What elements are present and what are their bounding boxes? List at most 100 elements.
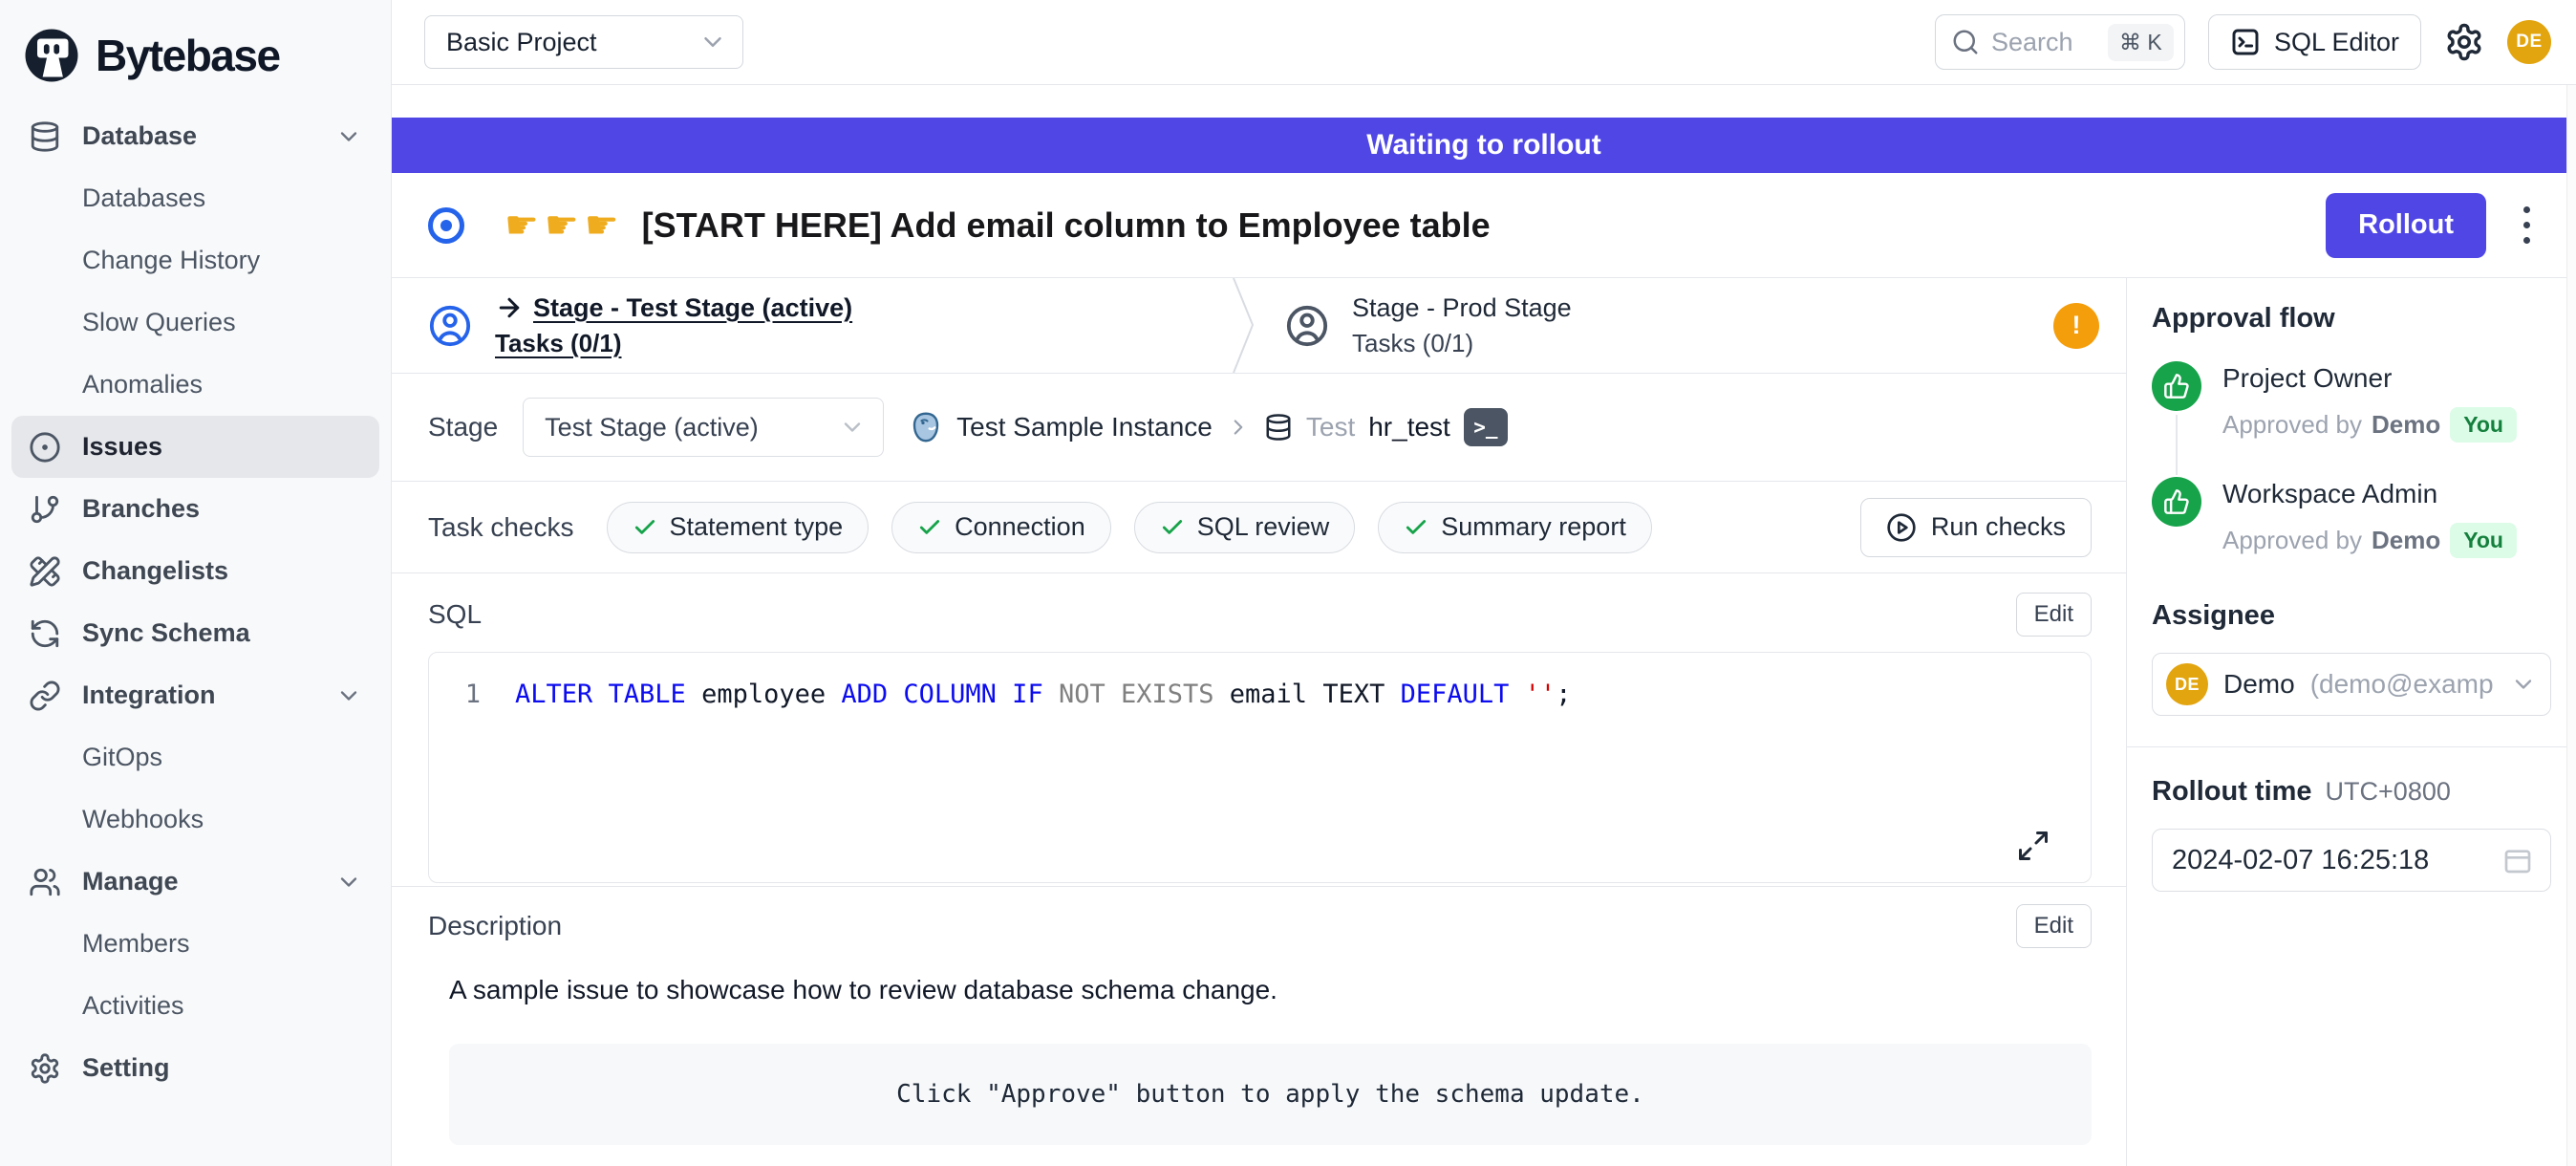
sidebar-item-activities[interactable]: Activities xyxy=(11,975,379,1037)
database-breadcrumb: Test Sample Instance Test hr_test >_ xyxy=(909,408,1508,446)
sql-token: '' xyxy=(1525,680,1556,709)
sidebar-item-issues[interactable]: Issues xyxy=(11,416,379,478)
sidebar-item-label: Manage xyxy=(82,867,179,896)
sidebar-item-branches[interactable]: Branches xyxy=(11,478,379,540)
stage-select[interactable]: Test Stage (active) xyxy=(523,398,884,457)
project-selector-value: Basic Project xyxy=(446,28,597,57)
sql-token: ALTER TABLE xyxy=(515,680,686,709)
description-edit-button[interactable]: Edit xyxy=(2016,904,2092,948)
rollout-time-input[interactable]: 2024-02-07 16:25:18 xyxy=(2152,829,2551,892)
kebab-menu-icon[interactable] xyxy=(2507,201,2545,250)
rollout-button[interactable]: Rollout xyxy=(2326,193,2486,258)
check-pill-sql-review[interactable]: SQL review xyxy=(1134,502,1356,553)
terminal-icon xyxy=(2230,27,2261,57)
approved-by-label: Approved by xyxy=(2222,410,2362,440)
sidebar-item-label: Database xyxy=(82,121,197,151)
stage-tab-name[interactable]: Stage - Test Stage (active) xyxy=(533,293,852,323)
database-name[interactable]: hr_test xyxy=(1368,412,1450,443)
sidebar-item-label: Databases xyxy=(82,184,205,213)
approval-flow-title: Approval flow xyxy=(2152,303,2551,335)
stage-tab-prod[interactable]: Stage - Prod Stage Tasks (0/1) ! xyxy=(1232,278,2126,373)
approval-step-project-owner: Project Owner Approved by Demo You xyxy=(2152,361,2551,477)
pointer-emoji: ☛☛☛ xyxy=(504,204,625,248)
check-pill-summary-report[interactable]: Summary report xyxy=(1378,502,1652,553)
calendar-icon xyxy=(2502,845,2533,875)
approved-thumbs-up-icon xyxy=(2152,477,2201,527)
sql-token xyxy=(1043,680,1059,709)
sidebar-item-label: Anomalies xyxy=(82,370,203,399)
sql-section: SQL Edit 1ALTER TABLE employee ADD COLUM… xyxy=(392,573,2126,887)
sidebar-item-anomalies[interactable]: Anomalies xyxy=(11,354,379,416)
issue-body: Stage - Test Stage (active) Tasks (0/1) … xyxy=(392,278,2576,1166)
sidebar-item-slow-queries[interactable]: Slow Queries xyxy=(11,292,379,354)
sql-edit-button[interactable]: Edit xyxy=(2016,593,2092,637)
check-icon xyxy=(1160,515,1185,540)
thumbs-up-icon xyxy=(2163,488,2190,515)
check-icon xyxy=(1404,515,1428,540)
sidebar-item-label: Activities xyxy=(82,991,184,1021)
rollout-time-timezone: UTC+0800 xyxy=(2326,777,2451,807)
sidebar-item-database[interactable]: Database xyxy=(11,105,379,167)
stage-label: Stage xyxy=(428,412,498,443)
sidebar-item-setting[interactable]: Setting xyxy=(11,1037,379,1099)
expand-icon[interactable] xyxy=(2016,829,2050,863)
stage-tab-test[interactable]: Stage - Test Stage (active) Tasks (0/1) xyxy=(392,278,1232,373)
description-code-text: Click "Approve" button to apply the sche… xyxy=(896,1080,1644,1109)
sidebar-item-label: Slow Queries xyxy=(82,308,236,337)
stage-tab-tasks[interactable]: Tasks (0/1) xyxy=(495,329,852,358)
sql-editor-readonly[interactable]: 1ALTER TABLE employee ADD COLUMN IF NOT … xyxy=(428,652,2092,883)
sidebar-item-integration[interactable]: Integration xyxy=(11,664,379,726)
issue-main: Stage - Test Stage (active) Tasks (0/1) … xyxy=(392,278,2126,1166)
run-checks-label: Run checks xyxy=(1931,512,2066,542)
approval-role: Workspace Admin xyxy=(2222,479,2517,509)
line-number: 1 xyxy=(429,680,515,709)
scrollbar-track[interactable] xyxy=(2566,85,2576,1166)
stage-selector-row: Stage Test Stage (active) Test Sample In… xyxy=(392,374,2126,482)
sidebar-item-label: Changelists xyxy=(82,556,228,586)
assignee-select[interactable]: DE Demo (demo@example xyxy=(2152,653,2551,716)
sql-editor-button[interactable]: SQL Editor xyxy=(2208,14,2421,70)
users-icon xyxy=(29,866,61,898)
sidebar-item-gitops[interactable]: GitOps xyxy=(11,726,379,788)
rollout-time-header: Rollout time UTC+0800 xyxy=(2152,776,2551,808)
sidebar-item-members[interactable]: Members xyxy=(11,913,379,975)
stage-tabs: Stage - Test Stage (active) Tasks (0/1) … xyxy=(392,278,2126,374)
approver-name: Demo xyxy=(2372,410,2440,440)
sidebar-item-change-history[interactable]: Change History xyxy=(11,229,379,292)
run-checks-button[interactable]: Run checks xyxy=(1860,498,2092,557)
you-badge: You xyxy=(2450,523,2517,558)
database-icon xyxy=(29,120,61,153)
main-column: Basic Project ⌘ K SQL Editor DE Waiting … xyxy=(392,0,2576,1166)
database-icon xyxy=(1264,413,1293,442)
check-pill-connection[interactable]: Connection xyxy=(891,502,1111,553)
stage-select-value: Test Stage (active) xyxy=(545,413,759,443)
search-input[interactable] xyxy=(1991,28,2096,57)
user-avatar[interactable]: DE xyxy=(2507,20,2551,64)
sidebar-item-label: Branches xyxy=(82,494,200,524)
sync-icon xyxy=(29,617,61,650)
chevron-right-icon xyxy=(1226,415,1251,440)
sidebar-item-webhooks[interactable]: Webhooks xyxy=(11,788,379,851)
task-check-pills: Statement type Connection SQL review xyxy=(607,502,1652,553)
brand-logo[interactable]: Bytebase xyxy=(0,19,391,105)
pencil-ruler-icon xyxy=(29,555,61,588)
stage-user-icon xyxy=(428,304,472,348)
search-box[interactable]: ⌘ K xyxy=(1935,14,2185,70)
description-text: A sample issue to showcase how to review… xyxy=(428,975,2092,1005)
check-pill-label: Connection xyxy=(955,512,1085,542)
check-pill-statement-type[interactable]: Statement type xyxy=(607,502,869,553)
sidebar-item-changelists[interactable]: Changelists xyxy=(11,540,379,602)
topbar: Basic Project ⌘ K SQL Editor DE xyxy=(392,0,2576,85)
instance-name[interactable]: Test Sample Instance xyxy=(956,412,1213,443)
project-selector[interactable]: Basic Project xyxy=(424,15,743,69)
assignee-avatar: DE xyxy=(2166,663,2208,705)
settings-gear-icon[interactable] xyxy=(2444,22,2484,62)
panel-divider xyxy=(2127,746,2576,747)
sidebar-item-databases[interactable]: Databases xyxy=(11,167,379,229)
issue-open-status-icon xyxy=(428,207,464,244)
sql-token: employee xyxy=(686,680,842,709)
sidebar-item-manage[interactable]: Manage xyxy=(11,851,379,913)
sql-console-icon[interactable]: >_ xyxy=(1464,408,1508,446)
sidebar-item-sync-schema[interactable]: Sync Schema xyxy=(11,602,379,664)
check-icon xyxy=(633,515,657,540)
